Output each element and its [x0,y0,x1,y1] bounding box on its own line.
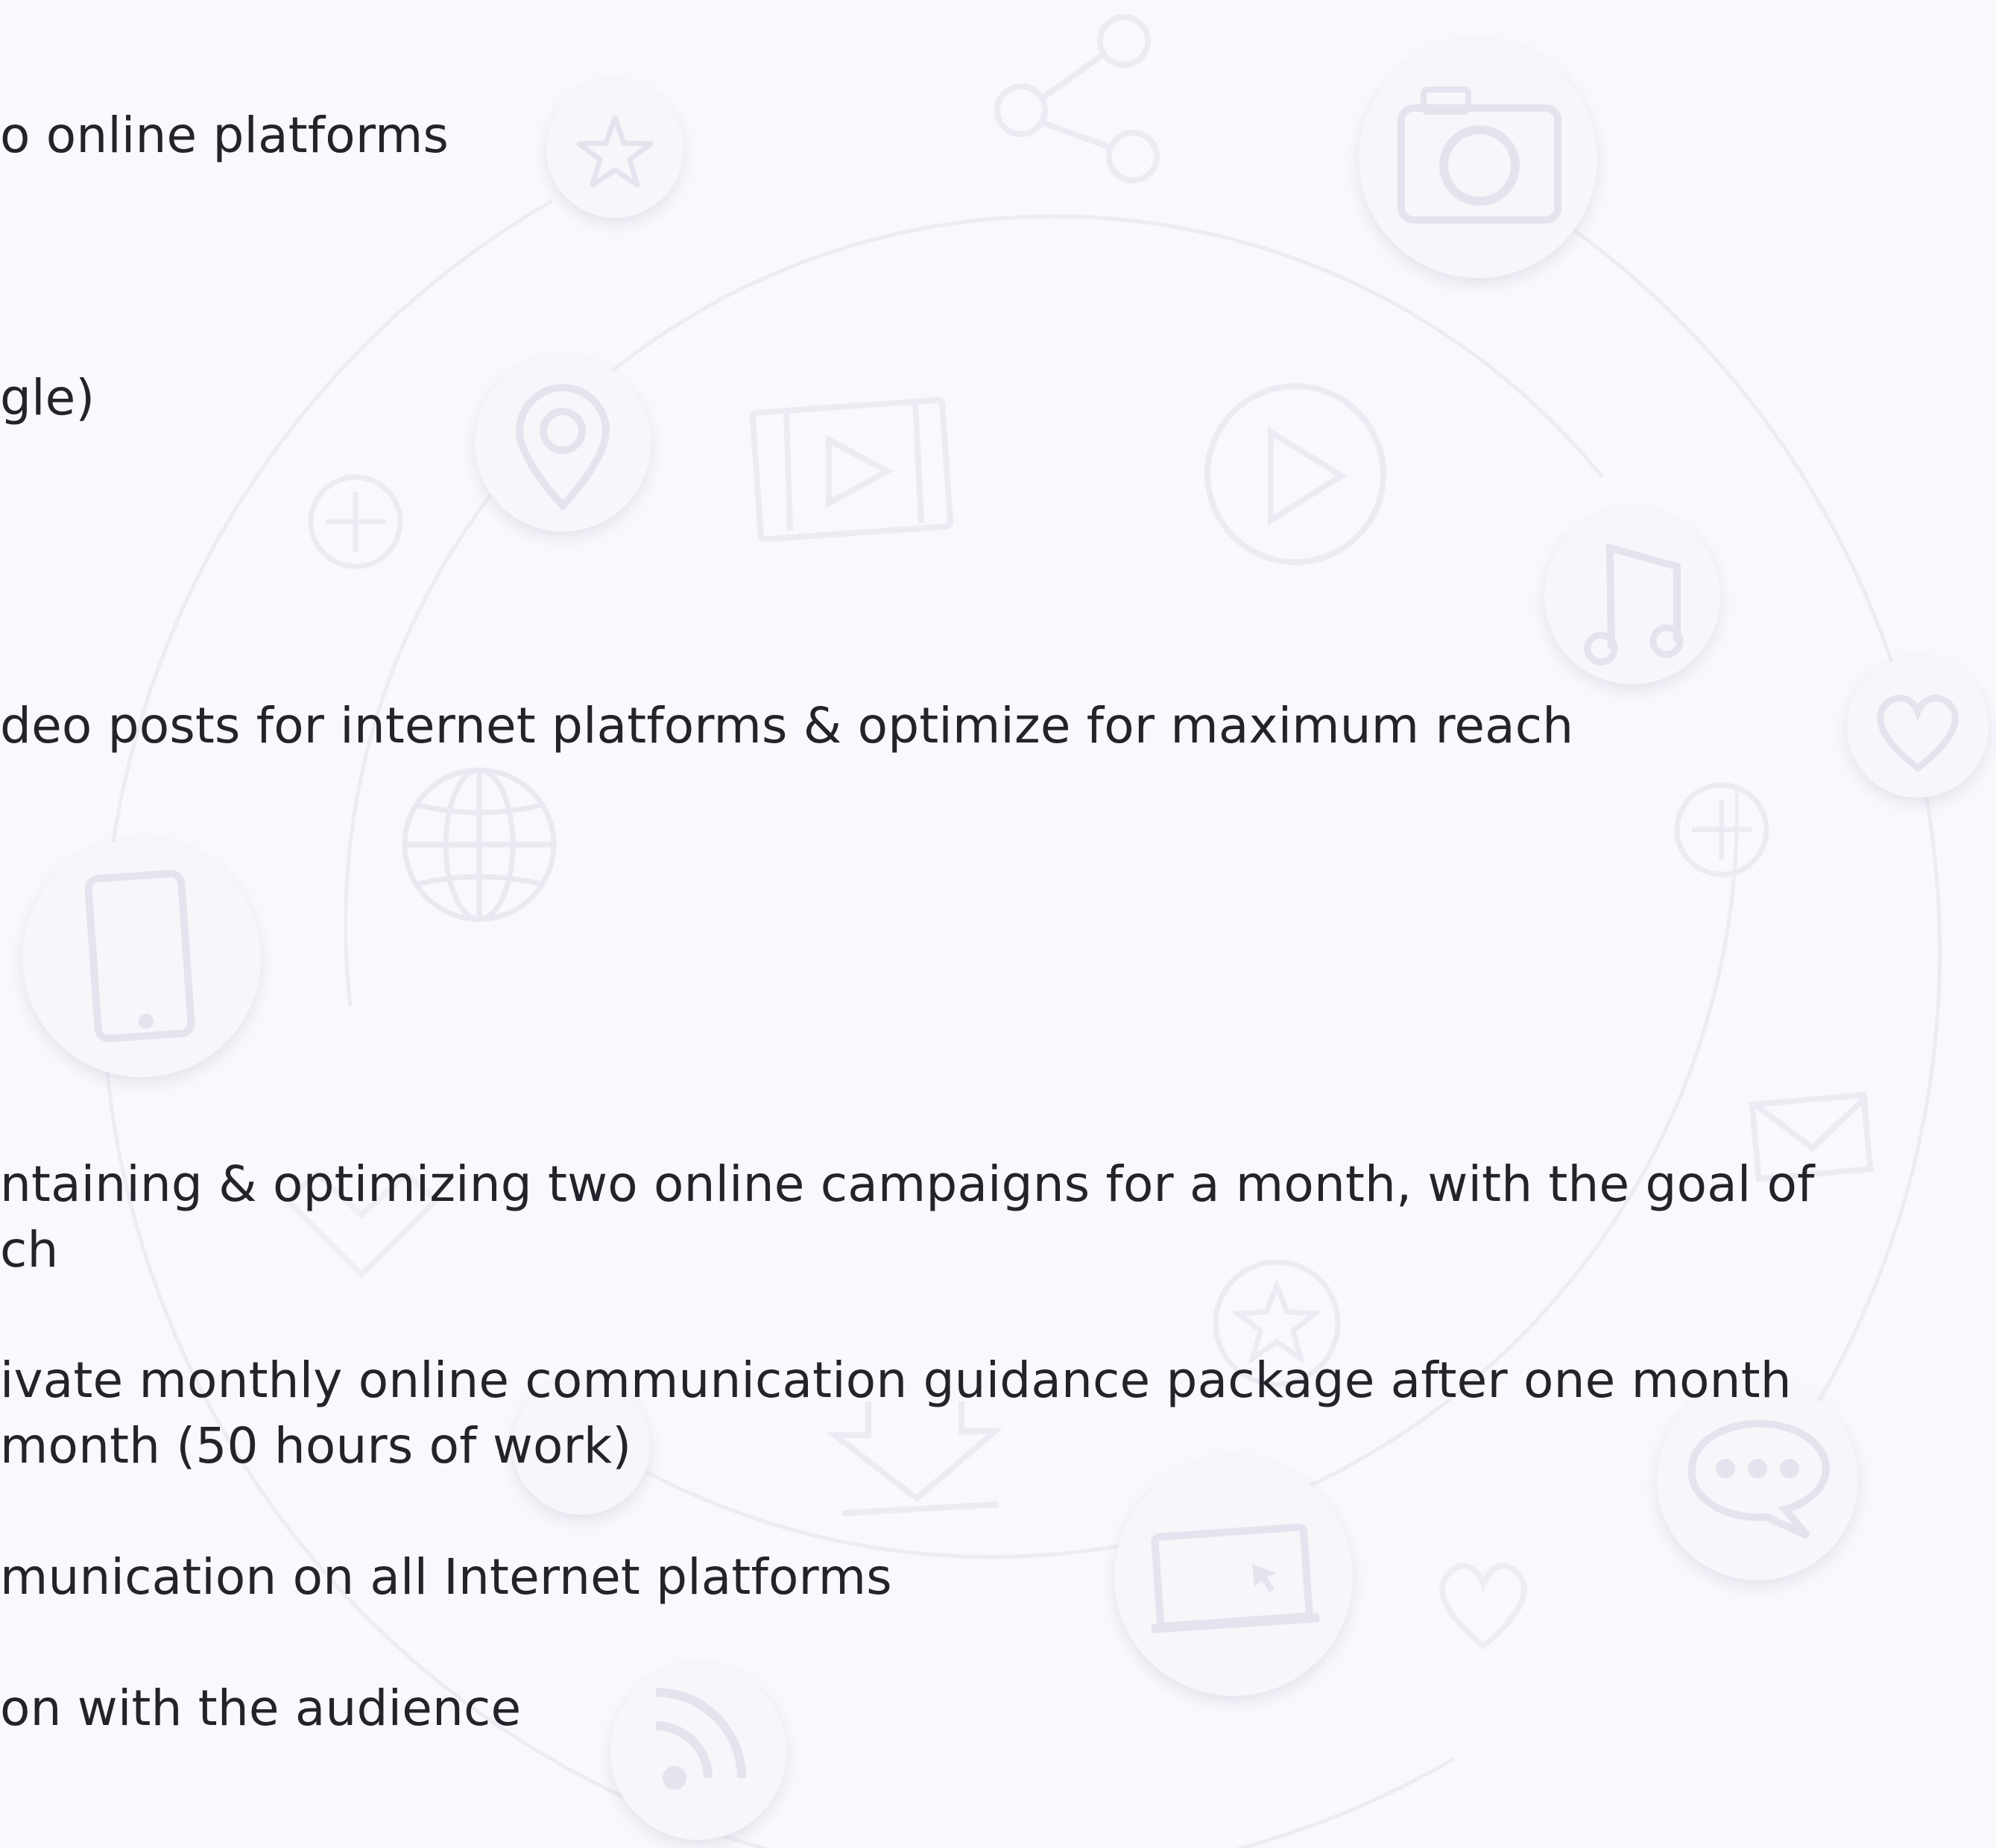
plus-icon [308,474,403,570]
play-icon [1204,383,1386,565]
text-line: ch [0,1221,59,1278]
film-icon [749,397,954,543]
music-note-icon [1544,508,1720,684]
rss-icon [610,1664,786,1840]
download-icon [826,1401,1003,1516]
text-line: on with the audience [0,1680,522,1737]
text-line: ivate monthly online communication guida… [0,1352,1792,1409]
text-line: gle) [0,369,95,426]
text-line: month (50 hours of work) [0,1417,632,1475]
plus-icon [1674,782,1769,877]
laptop-icon [1114,1457,1353,1696]
text-line: o online platforms [0,107,449,164]
text-line: deo posts for internet platforms & optim… [0,697,1574,754]
text-line: ntaining & optimizing two online campaig… [0,1155,1815,1213]
heart-icon [1439,1562,1527,1650]
share-icon [994,14,1160,183]
star-icon [546,81,683,218]
globe-icon [402,767,557,922]
location-pin-icon [475,356,651,532]
smartphone-icon [22,839,261,1077]
heart-icon [1847,656,1989,798]
text-line: munication on all Internet platforms [0,1548,892,1606]
camera-icon [1359,40,1597,278]
